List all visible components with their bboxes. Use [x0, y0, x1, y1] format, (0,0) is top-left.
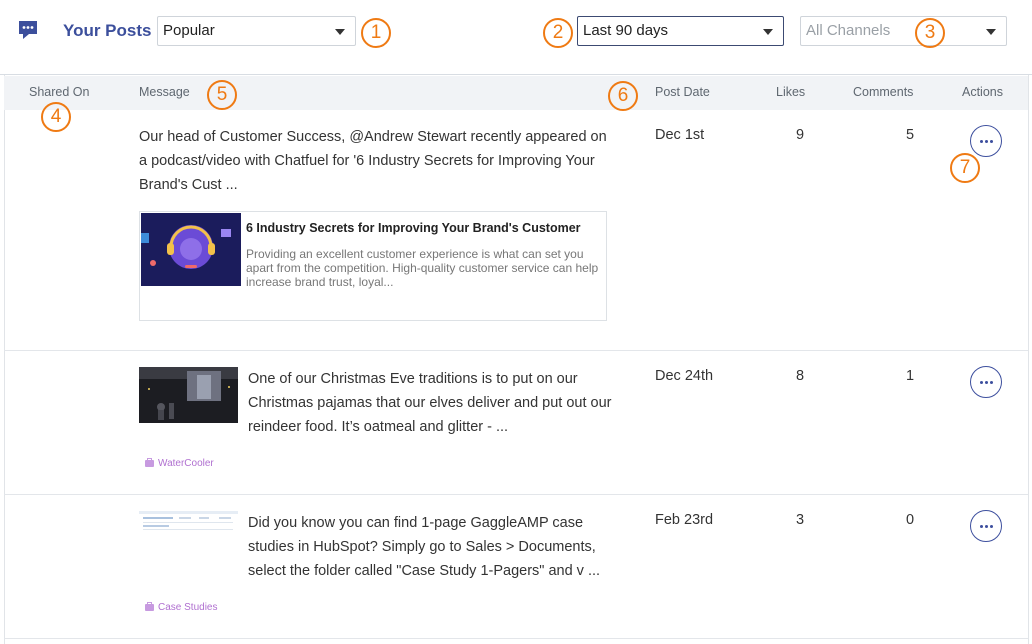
callout-4: 4 — [41, 102, 71, 132]
sort-select-value: Popular — [163, 22, 215, 39]
table-row: Our head of Customer Success, @Andrew St… — [4, 110, 1028, 351]
column-likes[interactable]: Likes — [776, 85, 805, 99]
column-message: Message — [139, 85, 190, 99]
more-icon — [985, 525, 988, 528]
more-icon — [985, 381, 988, 384]
sort-select[interactable]: Popular — [157, 16, 356, 46]
category-tag[interactable]: Case Studies — [145, 602, 217, 613]
page-title: Your Posts — [63, 21, 152, 40]
right-border — [1028, 0, 1029, 644]
column-shared-on: Shared On — [29, 85, 90, 99]
channels-select[interactable]: All Channels — [800, 16, 1007, 46]
post-thumbnail — [139, 509, 238, 565]
comments-count: 0 — [906, 512, 915, 528]
callout-5: 5 — [207, 80, 237, 110]
tag-icon — [145, 458, 154, 467]
date-range-select[interactable]: Last 90 days — [577, 16, 784, 46]
more-icon — [990, 381, 993, 384]
post-date: Feb 23rd — [655, 512, 714, 528]
likes-count: 8 — [796, 368, 805, 384]
callout-3: 3 — [915, 18, 945, 48]
tag-icon — [145, 602, 154, 611]
caret-down-icon — [335, 29, 345, 35]
callout-6: 6 — [608, 81, 638, 111]
more-icon — [980, 525, 983, 528]
chat-icon — [19, 21, 37, 39]
likes-count: 3 — [796, 512, 805, 528]
link-preview-description: Providing an excellent customer experien… — [246, 247, 599, 289]
link-preview-card[interactable]: 6 Industry Secrets for Improving Your Br… — [139, 211, 607, 321]
comments-count: 5 — [906, 127, 915, 143]
post-message[interactable]: Did you know you can find 1-page GaggleA… — [248, 511, 612, 583]
post-date: Dec 24th — [655, 368, 714, 384]
more-icon — [990, 140, 993, 143]
category-tag[interactable]: WaterCooler — [145, 458, 214, 469]
more-actions-button[interactable] — [970, 510, 1002, 542]
date-range-select-value: Last 90 days — [583, 22, 669, 39]
post-message[interactable]: Our head of Customer Success, @Andrew St… — [139, 125, 614, 197]
table-row: One of our Christmas Eve traditions is t… — [4, 351, 1028, 495]
likes-count: 9 — [796, 127, 805, 143]
callout-2: 2 — [543, 18, 573, 48]
callout-7: 7 — [950, 153, 980, 183]
more-icon — [980, 381, 983, 384]
table-header: Shared On Message Post Date Likes Commen… — [4, 76, 1028, 110]
post-message[interactable]: One of our Christmas Eve traditions is t… — [248, 367, 612, 439]
post-thumbnail — [139, 367, 238, 423]
caret-down-icon — [986, 29, 996, 35]
top-bar: Your Posts Popular Last 90 days All Chan… — [0, 0, 1032, 75]
category-tag-label: Case Studies — [158, 602, 218, 613]
column-comments[interactable]: Comments — [853, 85, 913, 99]
more-actions-button[interactable] — [970, 366, 1002, 398]
column-post-date[interactable]: Post Date — [655, 85, 710, 99]
more-icon — [980, 140, 983, 143]
channels-select-placeholder: All Channels — [806, 22, 891, 39]
table-row: Did you know you can find 1-page GaggleA… — [4, 495, 1028, 639]
comments-count: 1 — [906, 368, 915, 384]
post-date: Dec 1st — [655, 127, 705, 143]
category-tag-label: WaterCooler — [158, 458, 214, 469]
link-preview-title: 6 Industry Secrets for Improving Your Br… — [246, 221, 581, 235]
column-actions: Actions — [962, 85, 1003, 99]
callout-1: 1 — [361, 18, 391, 48]
more-actions-button[interactable] — [970, 125, 1002, 157]
caret-down-icon — [763, 29, 773, 35]
more-icon — [985, 140, 988, 143]
link-preview-image — [141, 213, 241, 286]
more-icon — [990, 525, 993, 528]
